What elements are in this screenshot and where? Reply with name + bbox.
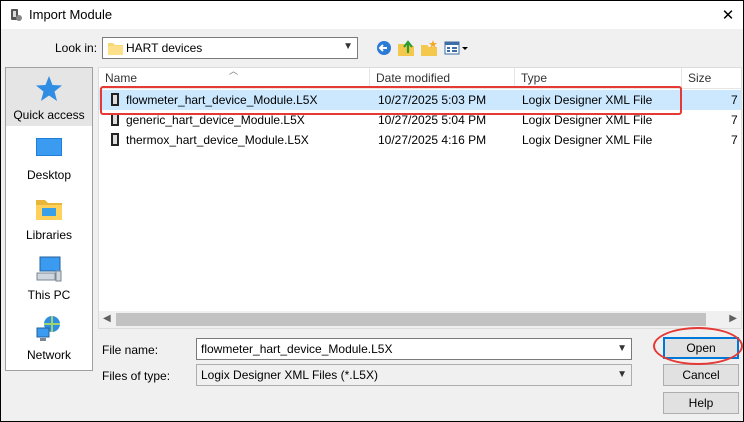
place-desktop[interactable]: Desktop <box>6 128 92 186</box>
column-header-name[interactable]: ︿ Name <box>99 68 370 88</box>
libraries-icon <box>36 200 62 220</box>
file-size: 7 <box>731 93 738 107</box>
place-label: Desktop <box>26 168 72 182</box>
sort-ascending-icon: ︿ <box>229 67 239 76</box>
place-label: This PC <box>27 288 71 302</box>
window-title: Import Module <box>29 7 113 22</box>
scroll-right-icon[interactable]: ▶ <box>729 313 737 324</box>
new-folder-icon[interactable] <box>420 39 438 57</box>
look-in-dropdown[interactable]: HART devices ▼ <box>102 37 358 59</box>
file-size: 7 <box>731 113 738 127</box>
app-icon <box>11 9 22 21</box>
place-label: Network <box>26 348 71 362</box>
file-row[interactable]: generic_hart_device_Module.L5X 10/27/202… <box>99 110 741 130</box>
column-header-date[interactable]: Date modified <box>370 68 515 88</box>
pc-icon <box>36 256 62 282</box>
l5x-file-icon <box>111 93 119 106</box>
scrollbar-thumb[interactable] <box>116 313 706 326</box>
file-size: 7 <box>731 133 738 147</box>
place-label: Libraries <box>25 228 73 242</box>
file-type-value: Logix Designer XML Files (*.L5X) <box>201 368 378 382</box>
file-row[interactable]: flowmeter_hart_device_Module.L5X 10/27/2… <box>99 90 741 110</box>
look-in-label: Look in: <box>55 41 98 55</box>
file-list: ︿ Name Date modified Type Size flowmeter… <box>98 67 742 329</box>
place-this-pc[interactable]: This PC <box>6 248 92 306</box>
file-name-input[interactable]: flowmeter_hart_device_Module.L5X ▼ <box>196 338 632 360</box>
place-libraries[interactable]: Libraries <box>6 188 92 246</box>
file-name-label: File name: <box>102 343 159 357</box>
column-header-type[interactable]: Type <box>515 68 682 88</box>
help-button[interactable]: Help <box>663 392 739 414</box>
cancel-button[interactable]: Cancel <box>663 364 739 386</box>
back-icon[interactable] <box>375 39 393 57</box>
file-date: 10/27/2025 5:04 PM <box>378 113 487 127</box>
scroll-left-icon[interactable]: ◀ <box>103 313 111 324</box>
import-module-dialog: Import Module ✕ Look in: HART devices ▼ <box>0 0 744 422</box>
chevron-down-icon: ▼ <box>617 369 627 380</box>
horizontal-scrollbar[interactable]: ◀ ▶ <box>99 311 741 328</box>
file-type: Logix Designer XML File <box>522 133 653 147</box>
desktop-icon <box>36 138 62 156</box>
view-menu-icon[interactable] <box>444 39 470 57</box>
chevron-down-icon[interactable]: ▼ <box>617 343 627 354</box>
place-quick-access[interactable]: Quick access <box>6 68 92 126</box>
place-network[interactable]: Network <box>6 308 92 366</box>
l5x-file-icon <box>111 133 119 146</box>
star-icon <box>36 76 62 101</box>
column-header-row: ︿ Name Date modified Type Size <box>99 68 741 89</box>
file-name-value: flowmeter_hart_device_Module.L5X <box>201 342 393 356</box>
file-name: thermox_hart_device_Module.L5X <box>126 133 309 147</box>
file-type-dropdown[interactable]: Logix Designer XML Files (*.L5X) ▼ <box>196 364 632 386</box>
file-name: flowmeter_hart_device_Module.L5X <box>126 93 318 107</box>
close-button[interactable]: ✕ <box>713 1 743 29</box>
title-bar: Import Module ✕ <box>1 1 743 29</box>
close-icon: ✕ <box>721 7 735 24</box>
l5x-file-icon <box>111 113 119 126</box>
place-label: Quick access <box>13 108 85 122</box>
file-date: 10/27/2025 4:16 PM <box>378 133 487 147</box>
file-date: 10/27/2025 5:03 PM <box>378 93 487 107</box>
network-icon <box>36 316 60 341</box>
file-type-label: Files of type: <box>102 369 171 383</box>
look-in-value: HART devices <box>126 41 203 55</box>
places-bar: Quick access Desktop Libraries This PC N… <box>5 67 93 371</box>
file-type: Logix Designer XML File <box>522 113 653 127</box>
column-header-size[interactable]: Size <box>682 68 741 88</box>
file-name: generic_hart_device_Module.L5X <box>126 113 305 127</box>
file-type: Logix Designer XML File <box>522 93 653 107</box>
file-row[interactable]: thermox_hart_device_Module.L5X 10/27/202… <box>99 130 741 150</box>
open-button[interactable]: Open <box>663 337 739 359</box>
up-folder-icon[interactable] <box>397 39 415 57</box>
folder-icon <box>108 43 123 55</box>
chevron-down-icon: ▼ <box>343 41 353 52</box>
